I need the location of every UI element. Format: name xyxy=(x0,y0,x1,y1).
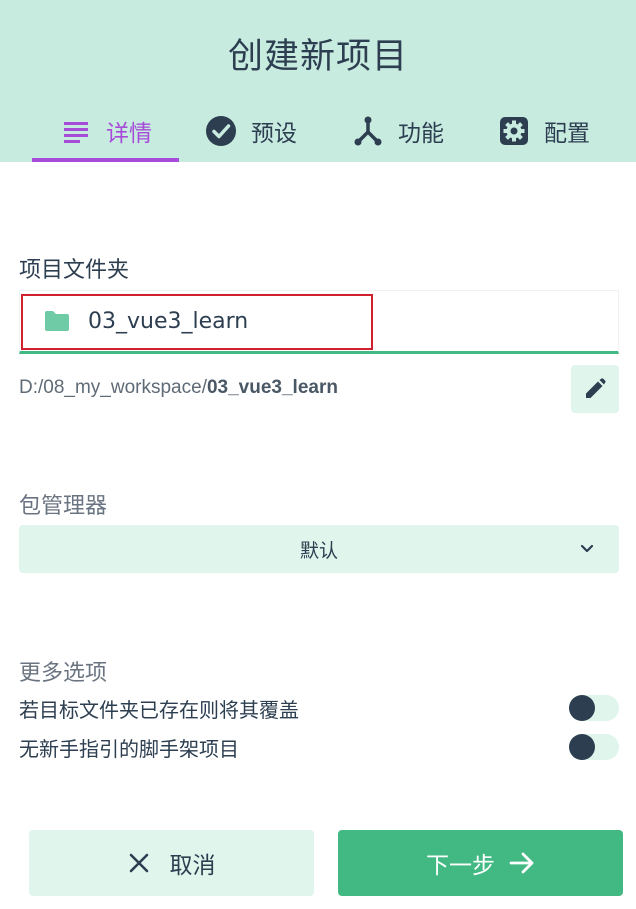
chevron-down-icon xyxy=(579,540,595,556)
more-options-label: 更多选项 xyxy=(19,661,108,686)
option-label: 无新手指引的脚手架项目 xyxy=(19,736,239,761)
tab-presets[interactable]: 预设 xyxy=(205,110,297,152)
check-circle-icon xyxy=(205,115,237,147)
list-icon xyxy=(60,115,92,147)
edit-path-button[interactable] xyxy=(571,365,619,413)
arrow-right-icon xyxy=(509,852,535,874)
header: 创建新项目 详情 预设 功能 配置 xyxy=(0,0,636,162)
tab-label: 详情 xyxy=(106,121,152,147)
cancel-button[interactable]: 取消 xyxy=(29,830,314,896)
next-label: 下一步 xyxy=(426,853,495,879)
folder-section-label: 项目文件夹 xyxy=(19,258,130,283)
folder-path-name: 03_vue3_learn xyxy=(206,377,338,398)
folder-name-value: 03_vue3_learn xyxy=(88,308,249,334)
cancel-label: 取消 xyxy=(169,853,216,879)
pencil-icon xyxy=(584,378,606,400)
page-title: 创建新项目 xyxy=(227,37,408,77)
package-manager-select[interactable]: 默认 xyxy=(19,525,619,573)
next-button[interactable]: 下一步 xyxy=(338,830,623,896)
gear-icon xyxy=(498,115,530,147)
toggle-knob xyxy=(569,695,595,721)
folder-path-prefix: D:/08_my_workspace/ xyxy=(19,377,207,398)
tab-label: 配置 xyxy=(544,121,590,147)
package-manager-label: 包管理器 xyxy=(19,494,108,519)
option-row-no-guide: 无新手指引的脚手架项目 xyxy=(19,732,619,762)
active-tab-indicator xyxy=(32,158,179,162)
project-folder-input[interactable]: 03_vue3_learn xyxy=(19,290,619,354)
folder-path: D:/08_my_workspace/03_vue3_learn xyxy=(19,377,338,399)
toggle-knob xyxy=(569,734,595,760)
package-manager-value: 默认 xyxy=(299,539,338,562)
option-row-overwrite: 若目标文件夹已存在则将其覆盖 xyxy=(19,693,619,723)
option-label: 若目标文件夹已存在则将其覆盖 xyxy=(19,697,299,722)
tab-label: 预设 xyxy=(251,121,297,147)
tab-features[interactable]: 功能 xyxy=(352,110,444,152)
overwrite-toggle[interactable] xyxy=(569,695,619,721)
tab-label: 功能 xyxy=(398,121,444,147)
no-guide-toggle[interactable] xyxy=(569,734,619,760)
fork-icon xyxy=(352,115,384,147)
tab-config[interactable]: 配置 xyxy=(498,110,590,152)
close-icon xyxy=(128,852,150,874)
tab-details[interactable]: 详情 xyxy=(60,110,152,152)
folder-icon xyxy=(44,310,70,332)
